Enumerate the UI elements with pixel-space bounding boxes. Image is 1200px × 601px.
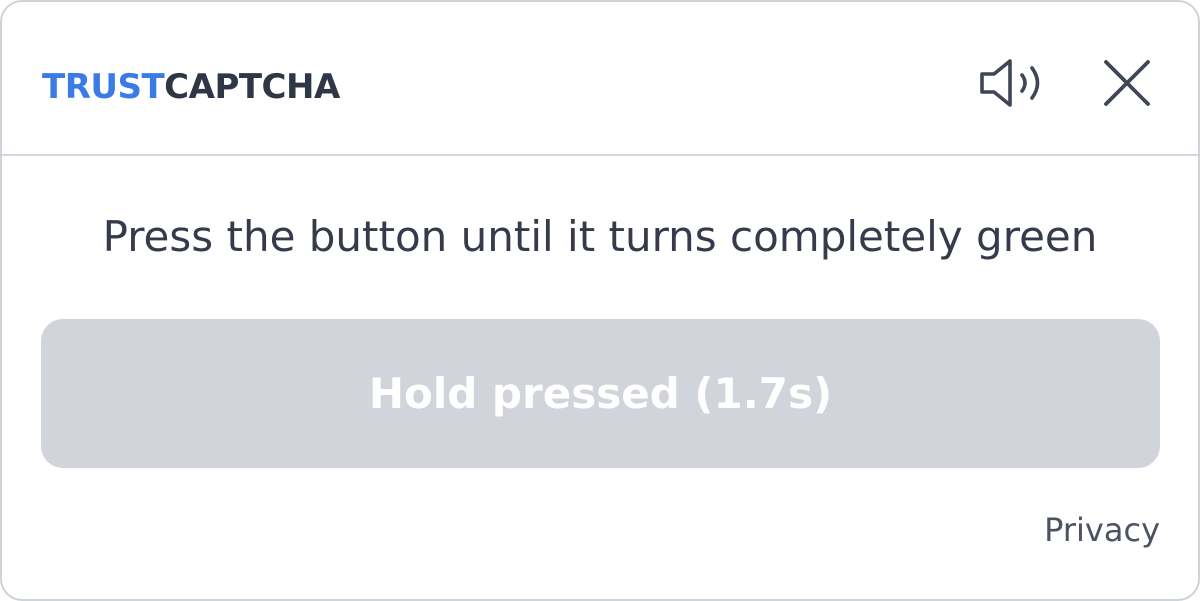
instruction-text: Press the button until it turns complete… bbox=[102, 212, 1098, 261]
speaker-icon bbox=[980, 59, 1040, 107]
close-button[interactable] bbox=[1098, 54, 1156, 112]
privacy-link[interactable]: Privacy bbox=[1044, 510, 1160, 550]
logo-captcha-text: CAPTCHA bbox=[164, 67, 340, 107]
dialog-header: TRUSTCAPTCHA bbox=[2, 2, 1198, 156]
audio-challenge-button[interactable] bbox=[976, 54, 1048, 112]
trustcaptcha-logo: TRUSTCAPTCHA bbox=[42, 66, 340, 108]
logo-trust-text: TRUST bbox=[42, 67, 165, 107]
captcha-dialog: TRUSTCAPTCHA Press the button until it t… bbox=[0, 0, 1200, 601]
close-icon bbox=[1104, 60, 1150, 106]
hold-pressed-button[interactable]: Hold pressed (1.7s) bbox=[41, 319, 1160, 468]
hold-button-label: Hold pressed (1.7s) bbox=[368, 369, 833, 418]
